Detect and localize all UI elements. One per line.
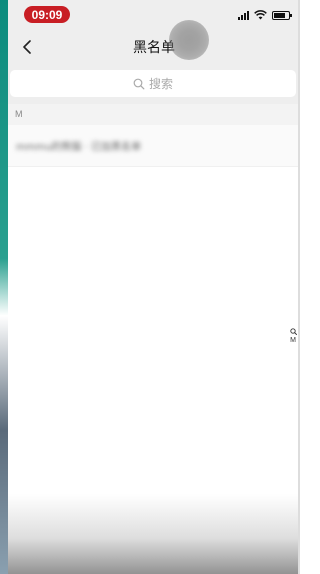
navigation-bar: 黑名单 [8,28,300,66]
background-edge [0,0,8,574]
list-item-label: mmmu的熊猫 · 已加黑名单 [16,142,142,153]
battery-icon [272,10,292,20]
page-title: 黑名单 [133,40,175,56]
search-bar: 搜索 [8,66,300,104]
alphabet-index[interactable]: M [288,328,298,344]
status-bar: 09:09 [8,0,300,28]
status-icons [238,9,292,21]
wifi-icon [254,10,267,20]
search-placeholder: 搜索 [148,77,173,91]
search-input[interactable]: 搜索 [10,70,296,97]
battery-fill [274,12,285,18]
list-item[interactable]: mmmu的熊猫 · 已加黑名单 [8,125,300,167]
index-letter-m[interactable]: M [290,337,296,344]
search-icon [133,78,145,89]
status-time: 09:09 [24,6,70,23]
touch-indicator [169,20,209,60]
blacklist-screen: 09:09 黑名单 搜索 M mmmu的熊猫 · 已加黑名单 M [8,0,300,574]
bottom-overlay [8,494,300,574]
screen-edge [298,0,300,574]
search-icon[interactable] [289,328,297,335]
signal-icon [238,10,249,20]
section-header: M [8,104,300,125]
